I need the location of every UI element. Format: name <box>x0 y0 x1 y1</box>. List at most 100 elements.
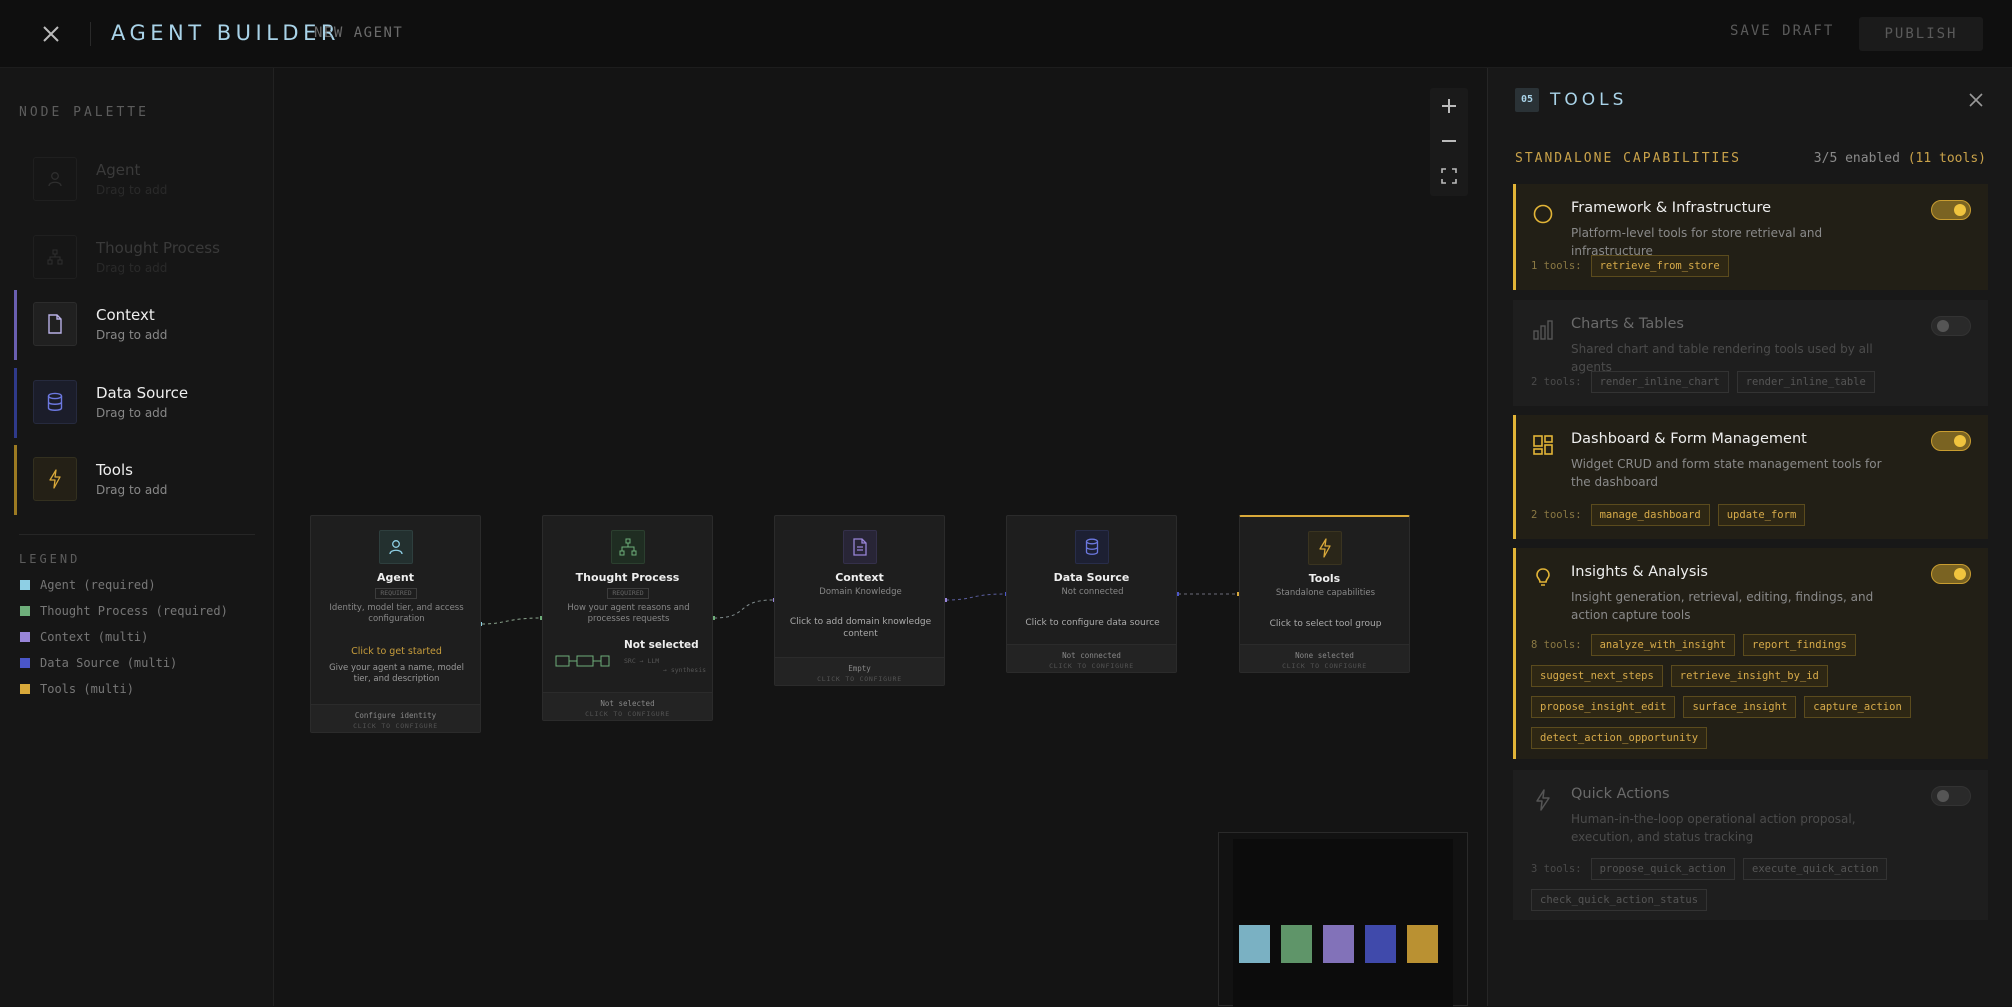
node-footer-status: None selected <box>1295 651 1354 660</box>
tool-chip: render_inline_table <box>1736 371 1875 393</box>
tool-chip: propose_insight_edit <box>1531 696 1676 718</box>
tools-count: 2 tools: <box>1531 509 1582 521</box>
capability-toggle[interactable] <box>1931 431 1971 451</box>
capability-name: Charts & Tables <box>1571 316 1684 332</box>
panel-title: TOOLS <box>1550 90 1628 110</box>
capability-description: Widget CRUD and form state management to… <box>1571 457 1882 489</box>
capability-description: Insight generation, retrieval, editing, … <box>1571 590 1874 622</box>
node-title: Agent <box>377 571 414 584</box>
toggle-knob <box>1954 435 1966 447</box>
tools-count: 2 tools: <box>1531 376 1582 388</box>
node-context[interactable]: Context Domain Knowledge Click to add do… <box>774 515 945 686</box>
close-icon[interactable] <box>1968 92 1984 108</box>
tools-panel: 05 TOOLS STANDALONE CAPABILITIES 3/5 ena… <box>1487 68 2012 1006</box>
tools-count: 1 tools: <box>1531 260 1582 272</box>
capability-dashboard-form-management[interactable]: Dashboard & Form Management Widget CRUD … <box>1513 415 1988 539</box>
pipeline-diagram-icon <box>555 655 610 667</box>
minimap-viewport <box>1233 839 1453 1007</box>
capability-toggle[interactable] <box>1931 786 1971 806</box>
capability-name: Framework & Infrastructure <box>1571 200 1772 216</box>
capability-description: Human-in-the-loop operational action pro… <box>1571 812 1856 844</box>
thought-meta: SRC → LLM <box>624 657 660 665</box>
node-footer-action[interactable]: CLICK TO CONFIGURE <box>311 722 480 730</box>
node-cta[interactable]: Click to add domain knowledge content <box>785 616 936 640</box>
capability-framework-infrastructure[interactable]: Framework & Infrastructure Platform-leve… <box>1513 184 1988 290</box>
node-footer: Not connected CLICK TO CONFIGURE <box>1007 644 1176 672</box>
capability-insights-analysis[interactable]: Insights & Analysis Insight generation, … <box>1513 548 1988 759</box>
lightning-icon <box>1308 531 1342 565</box>
node-footer: Not selected CLICK TO CONFIGURE <box>543 692 712 720</box>
tool-chip: detect_action_opportunity <box>1531 727 1708 749</box>
circle-icon <box>1533 204 1553 224</box>
node-subtitle: Domain Knowledge <box>819 587 902 597</box>
node-footer-action[interactable]: CLICK TO CONFIGURE <box>1240 662 1409 670</box>
capability-toggle[interactable] <box>1931 564 1971 584</box>
thought-state: Not selected <box>624 639 699 651</box>
edge-context-datasource <box>945 593 1007 601</box>
required-badge: REQUIRED <box>607 588 649 599</box>
node-footer: Configure identity CLICK TO CONFIGURE <box>311 704 480 732</box>
tool-chip: retrieve_from_store <box>1590 255 1729 277</box>
node-subtitle: Not connected <box>1061 587 1124 597</box>
capability-toggle[interactable] <box>1931 200 1971 220</box>
tool-chip: suggest_next_steps <box>1531 665 1663 687</box>
minimap-node-agent <box>1239 925 1270 963</box>
toggle-knob <box>1937 790 1949 802</box>
node-footer: Empty CLICK TO CONFIGURE <box>775 657 944 685</box>
tool-chip: execute_quick_action <box>1743 858 1888 880</box>
minimap-node-data-source <box>1365 925 1396 963</box>
node-subtitle: How your agent reasons and processes req… <box>567 603 690 625</box>
required-badge: REQUIRED <box>375 588 417 599</box>
tool-chip: update_form <box>1717 504 1806 526</box>
capability-quick-actions[interactable]: Quick Actions Human-in-the-loop operatio… <box>1513 770 1988 920</box>
toggle-knob <box>1954 568 1966 580</box>
tools-count: 8 tools: <box>1531 639 1582 651</box>
node-title: Thought Process <box>575 571 680 584</box>
bar-chart-icon <box>1533 320 1553 340</box>
toggle-knob <box>1954 204 1966 216</box>
node-title: Context <box>835 571 884 584</box>
node-data-source[interactable]: Data Source Not connected Click to confi… <box>1006 515 1177 673</box>
tool-chip: propose_quick_action <box>1590 858 1736 880</box>
tool-chip: report_findings <box>1743 634 1856 656</box>
minimap[interactable] <box>1218 832 1468 1007</box>
node-footer-action[interactable]: CLICK TO CONFIGURE <box>775 675 944 683</box>
tool-chip: capture_action <box>1804 696 1911 718</box>
capability-tools: 2 tools: render_inline_chart render_inli… <box>1531 371 1973 393</box>
node-agent[interactable]: Agent REQUIRED Identity, model tier, and… <box>310 515 481 733</box>
tool-chip: retrieve_insight_by_id <box>1670 665 1828 687</box>
tool-chip: manage_dashboard <box>1590 504 1710 526</box>
node-footer-action[interactable]: CLICK TO CONFIGURE <box>1007 662 1176 670</box>
node-cta[interactable]: Click to configure data source <box>1017 617 1168 629</box>
node-thought-process[interactable]: Thought Process REQUIRED How your agent … <box>542 515 713 721</box>
node-cta-sub: Give your agent a name, model tier, and … <box>329 663 464 685</box>
tool-chip: surface_insight <box>1683 696 1797 718</box>
minimap-node-context <box>1323 925 1354 963</box>
lightning-icon <box>1536 789 1550 811</box>
capability-tools: 3 tools: propose_quick_action execute_qu… <box>1531 858 1973 911</box>
node-subtitle: Identity, model tier, and access configu… <box>329 603 464 625</box>
node-cta[interactable]: Click to get started <box>321 646 472 659</box>
node-title: Tools <box>1308 572 1341 585</box>
toggle-knob <box>1937 320 1949 332</box>
node-cta[interactable]: Click to select tool group <box>1250 618 1401 630</box>
tool-chip: check_quick_action_status <box>1531 889 1708 911</box>
node-title: Data Source <box>1053 571 1130 584</box>
capability-tools: 2 tools: manage_dashboard update_form <box>1531 504 1973 526</box>
database-icon <box>1075 530 1109 564</box>
minimap-node-thought-process <box>1281 925 1312 963</box>
node-footer-status: Empty <box>848 664 871 673</box>
dashboard-icon <box>1533 435 1553 455</box>
capability-charts-tables[interactable]: Charts & Tables Shared chart and table r… <box>1513 300 1988 406</box>
minimap-node-tools <box>1407 925 1438 963</box>
capability-tools: 1 tools: retrieve_from_store <box>1531 255 1973 277</box>
capability-tools: 8 tools: analyze_with_insight report_fin… <box>1531 634 1973 749</box>
total-tools-count: (11 tools) <box>1907 151 1986 166</box>
node-footer-action[interactable]: CLICK TO CONFIGURE <box>543 710 712 718</box>
section-title: STANDALONE CAPABILITIES <box>1515 151 1742 166</box>
step-number: 05 <box>1515 88 1539 112</box>
tools-count: 3 tools: <box>1531 863 1582 875</box>
node-tools[interactable]: Tools Standalone capabilities Click to s… <box>1239 515 1410 673</box>
capability-toggle[interactable] <box>1931 316 1971 336</box>
edge-thought-context <box>713 599 774 619</box>
